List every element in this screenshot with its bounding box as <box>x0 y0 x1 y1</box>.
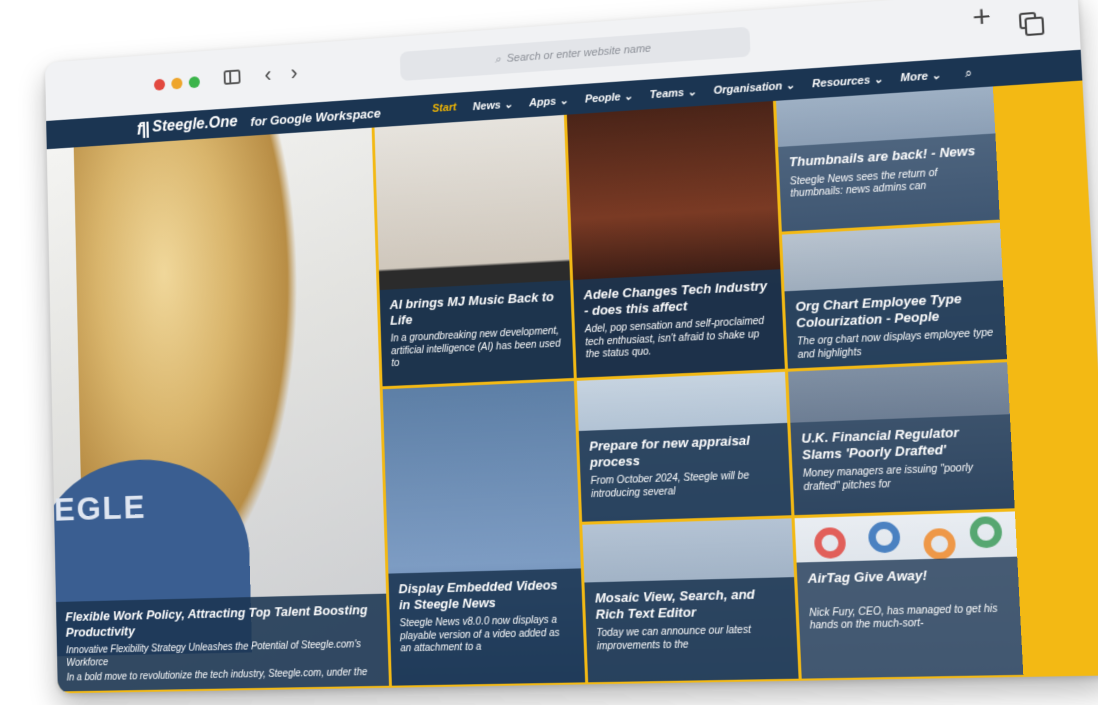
news-tile-caption: Display Embedded Videos in Steegle News … <box>388 568 585 685</box>
chevron-left-icon[interactable]: ‹ <box>264 63 271 86</box>
airtag-ring-icon <box>969 516 1003 548</box>
news-tile-caption: Adele Changes Tech Industry - does this … <box>573 269 785 378</box>
airtag-ring-icon <box>814 527 847 559</box>
news-tile-title: Display Embedded Videos in Steegle News <box>398 577 572 613</box>
news-tile-title: Mosaic View, Search, and Rich Text Edito… <box>595 586 786 622</box>
nav-teams[interactable]: Teams ⌄ <box>649 85 696 101</box>
address-placeholder: Search or enter website name <box>507 43 652 65</box>
close-window-button[interactable] <box>154 79 165 91</box>
site-logo-subtitle: for Google Workspace <box>250 105 381 128</box>
news-tile-caption: Mosaic View, Search, and Rich Text Edito… <box>584 577 798 682</box>
news-tile-adele[interactable]: Adele Changes Tech Industry - does this … <box>567 101 785 378</box>
nav-people[interactable]: People ⌄ <box>585 89 633 105</box>
news-tile-airtag[interactable]: AirTag Give Away! Nick Fury, CEO, has ma… <box>795 511 1024 678</box>
news-tile-title: U.K. Financial Regulator Slams 'Poorly D… <box>801 423 1001 463</box>
nav-organisation[interactable]: Organisation ⌄ <box>713 78 795 96</box>
news-tile-title: Prepare for new appraisal process <box>589 431 779 470</box>
news-tile-caption: AirTag Give Away! Nick Fury, CEO, has ma… <box>797 557 1024 679</box>
news-tile-title: Adele Changes Tech Industry - does this … <box>583 278 772 319</box>
nav-news[interactable]: News ⌄ <box>473 97 513 112</box>
news-tile-mj-music[interactable]: AI brings MJ Music Back to Life In a gro… <box>374 115 573 386</box>
news-tile-thumbnails[interactable]: Thumbnails are back! - News Steegle News… <box>776 86 1000 231</box>
airtag-ring-icon <box>868 521 901 553</box>
news-tile-excerpt: From October 2024, Steegle will be intro… <box>590 470 780 502</box>
search-icon[interactable]: ⌕ <box>965 65 973 81</box>
news-tile-title: Org Chart Employee Type Colourization - … <box>795 289 994 330</box>
news-tile-caption: Org Chart Employee Type Colourization - … <box>784 280 1006 368</box>
news-tile-subtitle: Innovative Flexibility Strategy Unleashe… <box>66 639 379 670</box>
news-tile-excerpt: In a bold move to revolutionize the tech… <box>67 667 380 685</box>
nav-more[interactable]: More ⌄ <box>900 68 941 84</box>
hero-shirt-text: EGLE <box>54 489 147 530</box>
maximize-window-button[interactable] <box>189 76 200 88</box>
airtag-ring-icon <box>923 528 956 560</box>
browser-window: ‹ › ⌕ Search or enter website name + f||… <box>45 0 1098 693</box>
steegle-logo-icon[interactable]: f|| <box>137 118 149 139</box>
search-icon: ⌕ <box>495 53 501 66</box>
tabs-icon[interactable] <box>1019 12 1037 30</box>
plus-icon[interactable]: + <box>972 5 992 31</box>
nav-apps[interactable]: Apps ⌄ <box>529 93 568 108</box>
news-tile-excerpt: Money managers are issuing "poorly draft… <box>803 462 1003 495</box>
chevron-right-icon[interactable]: › <box>290 61 298 84</box>
news-tile-appraisal[interactable]: Prepare for new appraisal process From O… <box>577 372 791 522</box>
news-tile-org-chart[interactable]: Org Chart Employee Type Colourization - … <box>782 223 1007 369</box>
news-tile-title: AirTag Give Away! <box>807 565 1007 586</box>
news-tile-excerpt: Steegle News v8.0.0 now displays a playa… <box>399 615 574 657</box>
news-tile-title: AI brings MJ Music Back to Life <box>389 289 561 328</box>
news-tile-caption: Prepare for new appraisal process From O… <box>579 423 792 522</box>
news-tile-flexible-work[interactable]: EGLE Flexible Work Policy, Attracting To… <box>47 128 389 692</box>
nav-resources[interactable]: Resources ⌄ <box>812 72 883 90</box>
news-tile-excerpt: The org chart now displays employee type… <box>797 328 996 363</box>
news-tile-caption: Thumbnails are back! - News Steegle News… <box>778 133 1000 231</box>
news-tile-mosaic-view[interactable]: Mosaic View, Search, and Rich Text Edito… <box>582 518 798 682</box>
news-tile-excerpt: In a groundbreaking new development, art… <box>391 326 564 371</box>
news-tile-excerpt: Nick Fury, CEO, has managed to get his h… <box>809 603 1010 634</box>
news-tile-caption: Flexible Work Policy, Attracting Top Tal… <box>56 594 389 692</box>
news-tile-title: Flexible Work Policy, Attracting Top Tal… <box>65 602 377 640</box>
news-tile-excerpt: Adel, pop sensation and self-proclaimed … <box>585 316 774 363</box>
site-logo-text[interactable]: Steegle.One <box>152 114 238 137</box>
news-tile-uk-regulator[interactable]: U.K. Financial Regulator Slams 'Poorly D… <box>788 362 1015 515</box>
news-tile-excerpt: Steegle News sees the return of thumbnai… <box>790 164 988 201</box>
address-bar[interactable]: ⌕ Search or enter website name <box>400 27 751 81</box>
news-tile-caption: U.K. Financial Regulator Slams 'Poorly D… <box>790 414 1014 515</box>
sidebar-icon[interactable] <box>224 69 241 84</box>
window-controls <box>154 76 200 91</box>
minimize-window-button[interactable] <box>171 77 182 89</box>
nav-start[interactable]: Start <box>432 102 456 115</box>
news-mosaic: EGLE Flexible Work Policy, Attracting To… <box>47 81 1098 694</box>
news-tile-caption: AI brings MJ Music Back to Life In a gro… <box>380 280 574 386</box>
news-tile-excerpt: Today we can announce our latest improve… <box>596 624 787 654</box>
news-tile-embedded-videos[interactable]: Display Embedded Videos in Steegle News … <box>383 381 586 686</box>
